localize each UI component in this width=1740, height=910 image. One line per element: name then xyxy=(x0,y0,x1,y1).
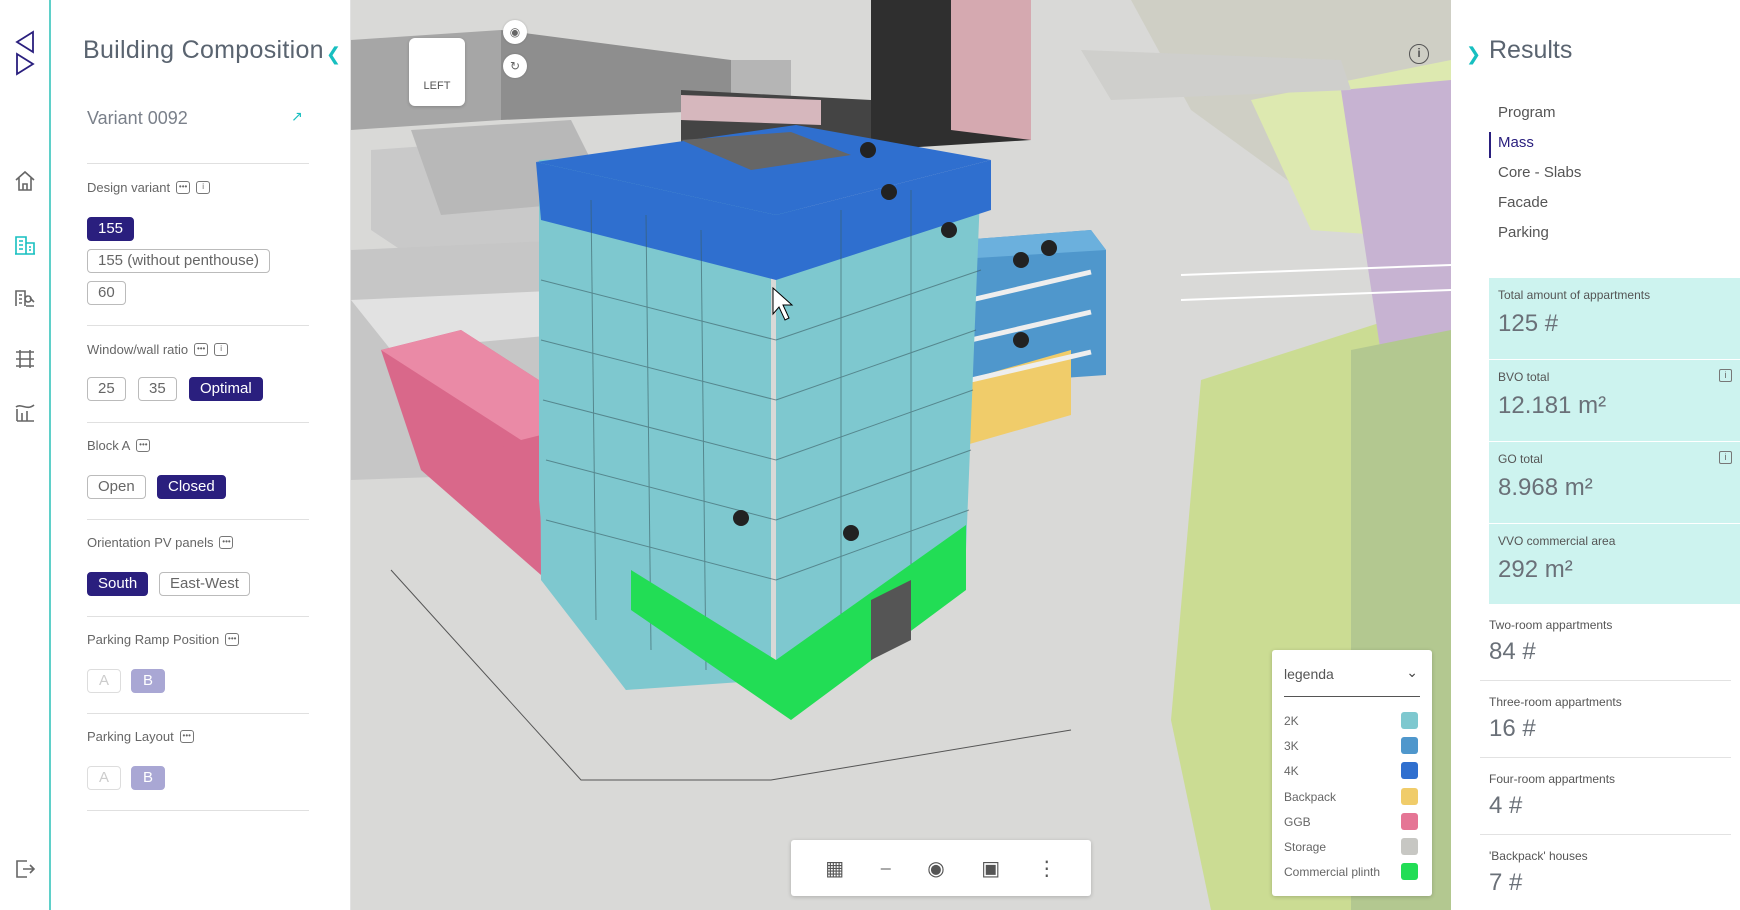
options-icon[interactable]: ••• xyxy=(194,343,209,356)
info-icon[interactable]: i xyxy=(196,181,211,194)
nav-parking[interactable]: Parking xyxy=(1498,224,1549,241)
camera-icon[interactable]: ◉ xyxy=(503,20,527,44)
wwr-optimal[interactable]: Optimal xyxy=(189,377,263,401)
buildings-search-icon[interactable] xyxy=(12,284,38,310)
legend-item: Storage xyxy=(1284,838,1418,855)
pv-south[interactable]: South xyxy=(87,572,149,596)
options-icon[interactable]: ••• xyxy=(136,439,151,452)
divider xyxy=(87,163,309,164)
building-icon[interactable] xyxy=(12,232,38,258)
legend-item: 2K xyxy=(1284,712,1418,729)
metric-backpack-houses: 'Backpack' houses 7 # xyxy=(1489,849,1588,896)
logo-icon xyxy=(12,26,38,78)
buildings-icon[interactable]: ▣ xyxy=(981,856,1000,881)
eye-comment-icon[interactable]: ◉ xyxy=(927,856,944,881)
home-icon[interactable] xyxy=(12,168,38,194)
variant-name: Variant 0092 xyxy=(87,108,188,128)
options-icon[interactable]: ••• xyxy=(225,633,240,646)
legend-item: 3K xyxy=(1284,737,1418,754)
metric-three-room: Three-room appartments 16 # xyxy=(1480,681,1731,758)
3d-viewport[interactable]: LEFT ◉ ↻ i ▦ ⎯ ◉ ▣ ⋮ legenda ⌄ 2K 3K 4K … xyxy=(351,0,1451,910)
options-icon[interactable]: ••• xyxy=(179,730,194,743)
logout-icon[interactable] xyxy=(12,856,38,882)
legend-item: Commercial plinth xyxy=(1284,863,1418,880)
swatch-backpack xyxy=(1401,788,1418,805)
divider xyxy=(1284,696,1420,697)
layout-a[interactable]: A xyxy=(87,766,121,790)
parking-layout-label: Parking Layout ••• xyxy=(87,729,194,744)
analytics-icon[interactable] xyxy=(12,400,38,426)
divider xyxy=(87,325,309,326)
nav-core-slabs[interactable]: Core - Slabs xyxy=(1498,164,1581,181)
info-icon[interactable]: i xyxy=(1719,451,1732,464)
nav-program[interactable]: Program xyxy=(1498,104,1556,121)
metric-go-total: GO total i 8.968 m² xyxy=(1489,442,1740,524)
results-title: Results xyxy=(1489,36,1573,64)
metric-two-room: Two-room appartments 84 # xyxy=(1480,604,1731,681)
ramp-a[interactable]: A xyxy=(87,669,121,693)
metric-vvo-commercial: VVO commercial area 292 m² xyxy=(1498,534,1616,583)
left-rail xyxy=(0,0,51,910)
swatch-3k xyxy=(1401,737,1418,754)
layout-icon[interactable]: ▦ xyxy=(825,856,844,881)
floorplan-icon[interactable] xyxy=(12,346,38,372)
divider xyxy=(87,810,309,811)
divider xyxy=(87,616,309,617)
block-a-closed[interactable]: Closed xyxy=(157,475,226,499)
options-icon[interactable]: ••• xyxy=(176,181,191,194)
block-a-open[interactable]: Open xyxy=(87,475,146,499)
pv-east-west[interactable]: East-West xyxy=(159,572,250,596)
divider xyxy=(87,422,309,423)
design-variant-label: Design variant ••• i xyxy=(87,180,211,195)
swatch-4k xyxy=(1401,762,1418,779)
active-indicator xyxy=(1489,132,1491,158)
divider xyxy=(87,519,309,520)
view-cube[interactable]: LEFT xyxy=(409,38,465,106)
more-vertical-icon[interactable]: ⋮ xyxy=(1037,856,1057,881)
collapse-left-icon[interactable]: ❮ xyxy=(326,44,341,65)
metric-bvo-total: BVO total i 12.181 m² xyxy=(1489,360,1740,442)
viewport-toolbar: ▦ ⎯ ◉ ▣ ⋮ xyxy=(791,840,1091,896)
info-icon[interactable]: i xyxy=(1719,369,1732,382)
rotate-view-icon[interactable]: ↻ xyxy=(503,54,527,78)
info-icon[interactable]: i xyxy=(214,343,229,356)
swatch-storage xyxy=(1401,838,1418,855)
chevron-down-icon[interactable]: ⌄ xyxy=(1406,664,1418,681)
legend-item: GGB xyxy=(1284,813,1418,830)
ramp-b[interactable]: B xyxy=(131,669,165,693)
design-variant-60[interactable]: 60 xyxy=(87,281,126,305)
nav-mass[interactable]: Mass xyxy=(1498,134,1534,151)
ruler-icon[interactable]: ⎯ xyxy=(881,857,891,880)
options-icon[interactable]: ••• xyxy=(219,536,234,549)
design-variant-155-no-penthouse[interactable]: 155 (without penthouse) xyxy=(87,249,270,273)
legend-item: 4K xyxy=(1284,762,1418,779)
swatch-ggb xyxy=(1401,813,1418,830)
swatch-2k xyxy=(1401,712,1418,729)
parking-ramp-label: Parking Ramp Position ••• xyxy=(87,632,240,647)
metric-total-apartments: Total amount of appartments 125 # xyxy=(1489,278,1740,360)
open-external-icon[interactable]: ↗ xyxy=(291,108,303,125)
orientation-pv-label: Orientation PV panels ••• xyxy=(87,535,234,550)
collapse-right-icon[interactable]: ❯ xyxy=(1466,44,1481,65)
legend-panel: legenda ⌄ 2K 3K 4K Backpack GGB Storage … xyxy=(1272,650,1432,896)
swatch-commercial-plinth xyxy=(1401,863,1418,880)
info-icon[interactable]: i xyxy=(1409,44,1429,64)
wwr-35[interactable]: 35 xyxy=(138,377,177,401)
nav-facade[interactable]: Facade xyxy=(1498,194,1548,211)
divider xyxy=(87,713,309,714)
metric-four-room: Four-room appartments 4 # xyxy=(1480,758,1731,835)
results-panel: ❯ Results Program Mass Core - Slabs Faca… xyxy=(1451,0,1740,910)
legend-item: Backpack xyxy=(1284,788,1418,805)
building-composition-panel: Building Composition ❮ Variant 0092 ↗ De… xyxy=(51,0,351,910)
window-wall-ratio-label: Window/wall ratio ••• i xyxy=(87,342,229,357)
block-a-label: Block A ••• xyxy=(87,438,151,453)
design-variant-155[interactable]: 155 xyxy=(87,217,135,241)
legend-title: legenda xyxy=(1284,666,1334,682)
wwr-25[interactable]: 25 xyxy=(87,377,126,401)
layout-b[interactable]: B xyxy=(131,766,165,790)
panel-title: Building Composition xyxy=(83,36,324,64)
